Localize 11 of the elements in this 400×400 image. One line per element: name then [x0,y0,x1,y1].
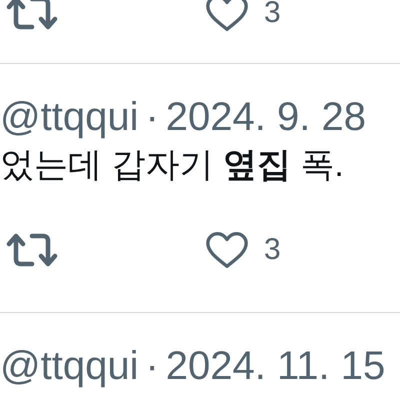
separator-dot: · [145,344,159,388]
post-date[interactable]: 2024. 9. 28 [166,94,366,140]
separator-dot: · [145,94,159,140]
user-handle[interactable]: @ttqqui [0,94,138,140]
post-text: 었는데 갑자기 옆집 폭. [0,145,345,186]
like-button[interactable]: 3 [200,0,320,33]
post-date[interactable]: 2024. 11. 15 [166,344,386,388]
heart-icon [204,0,250,33]
like-button[interactable]: 3 [200,230,320,270]
user-handle[interactable]: @ttqqui [0,344,138,388]
heart-icon [204,230,250,270]
